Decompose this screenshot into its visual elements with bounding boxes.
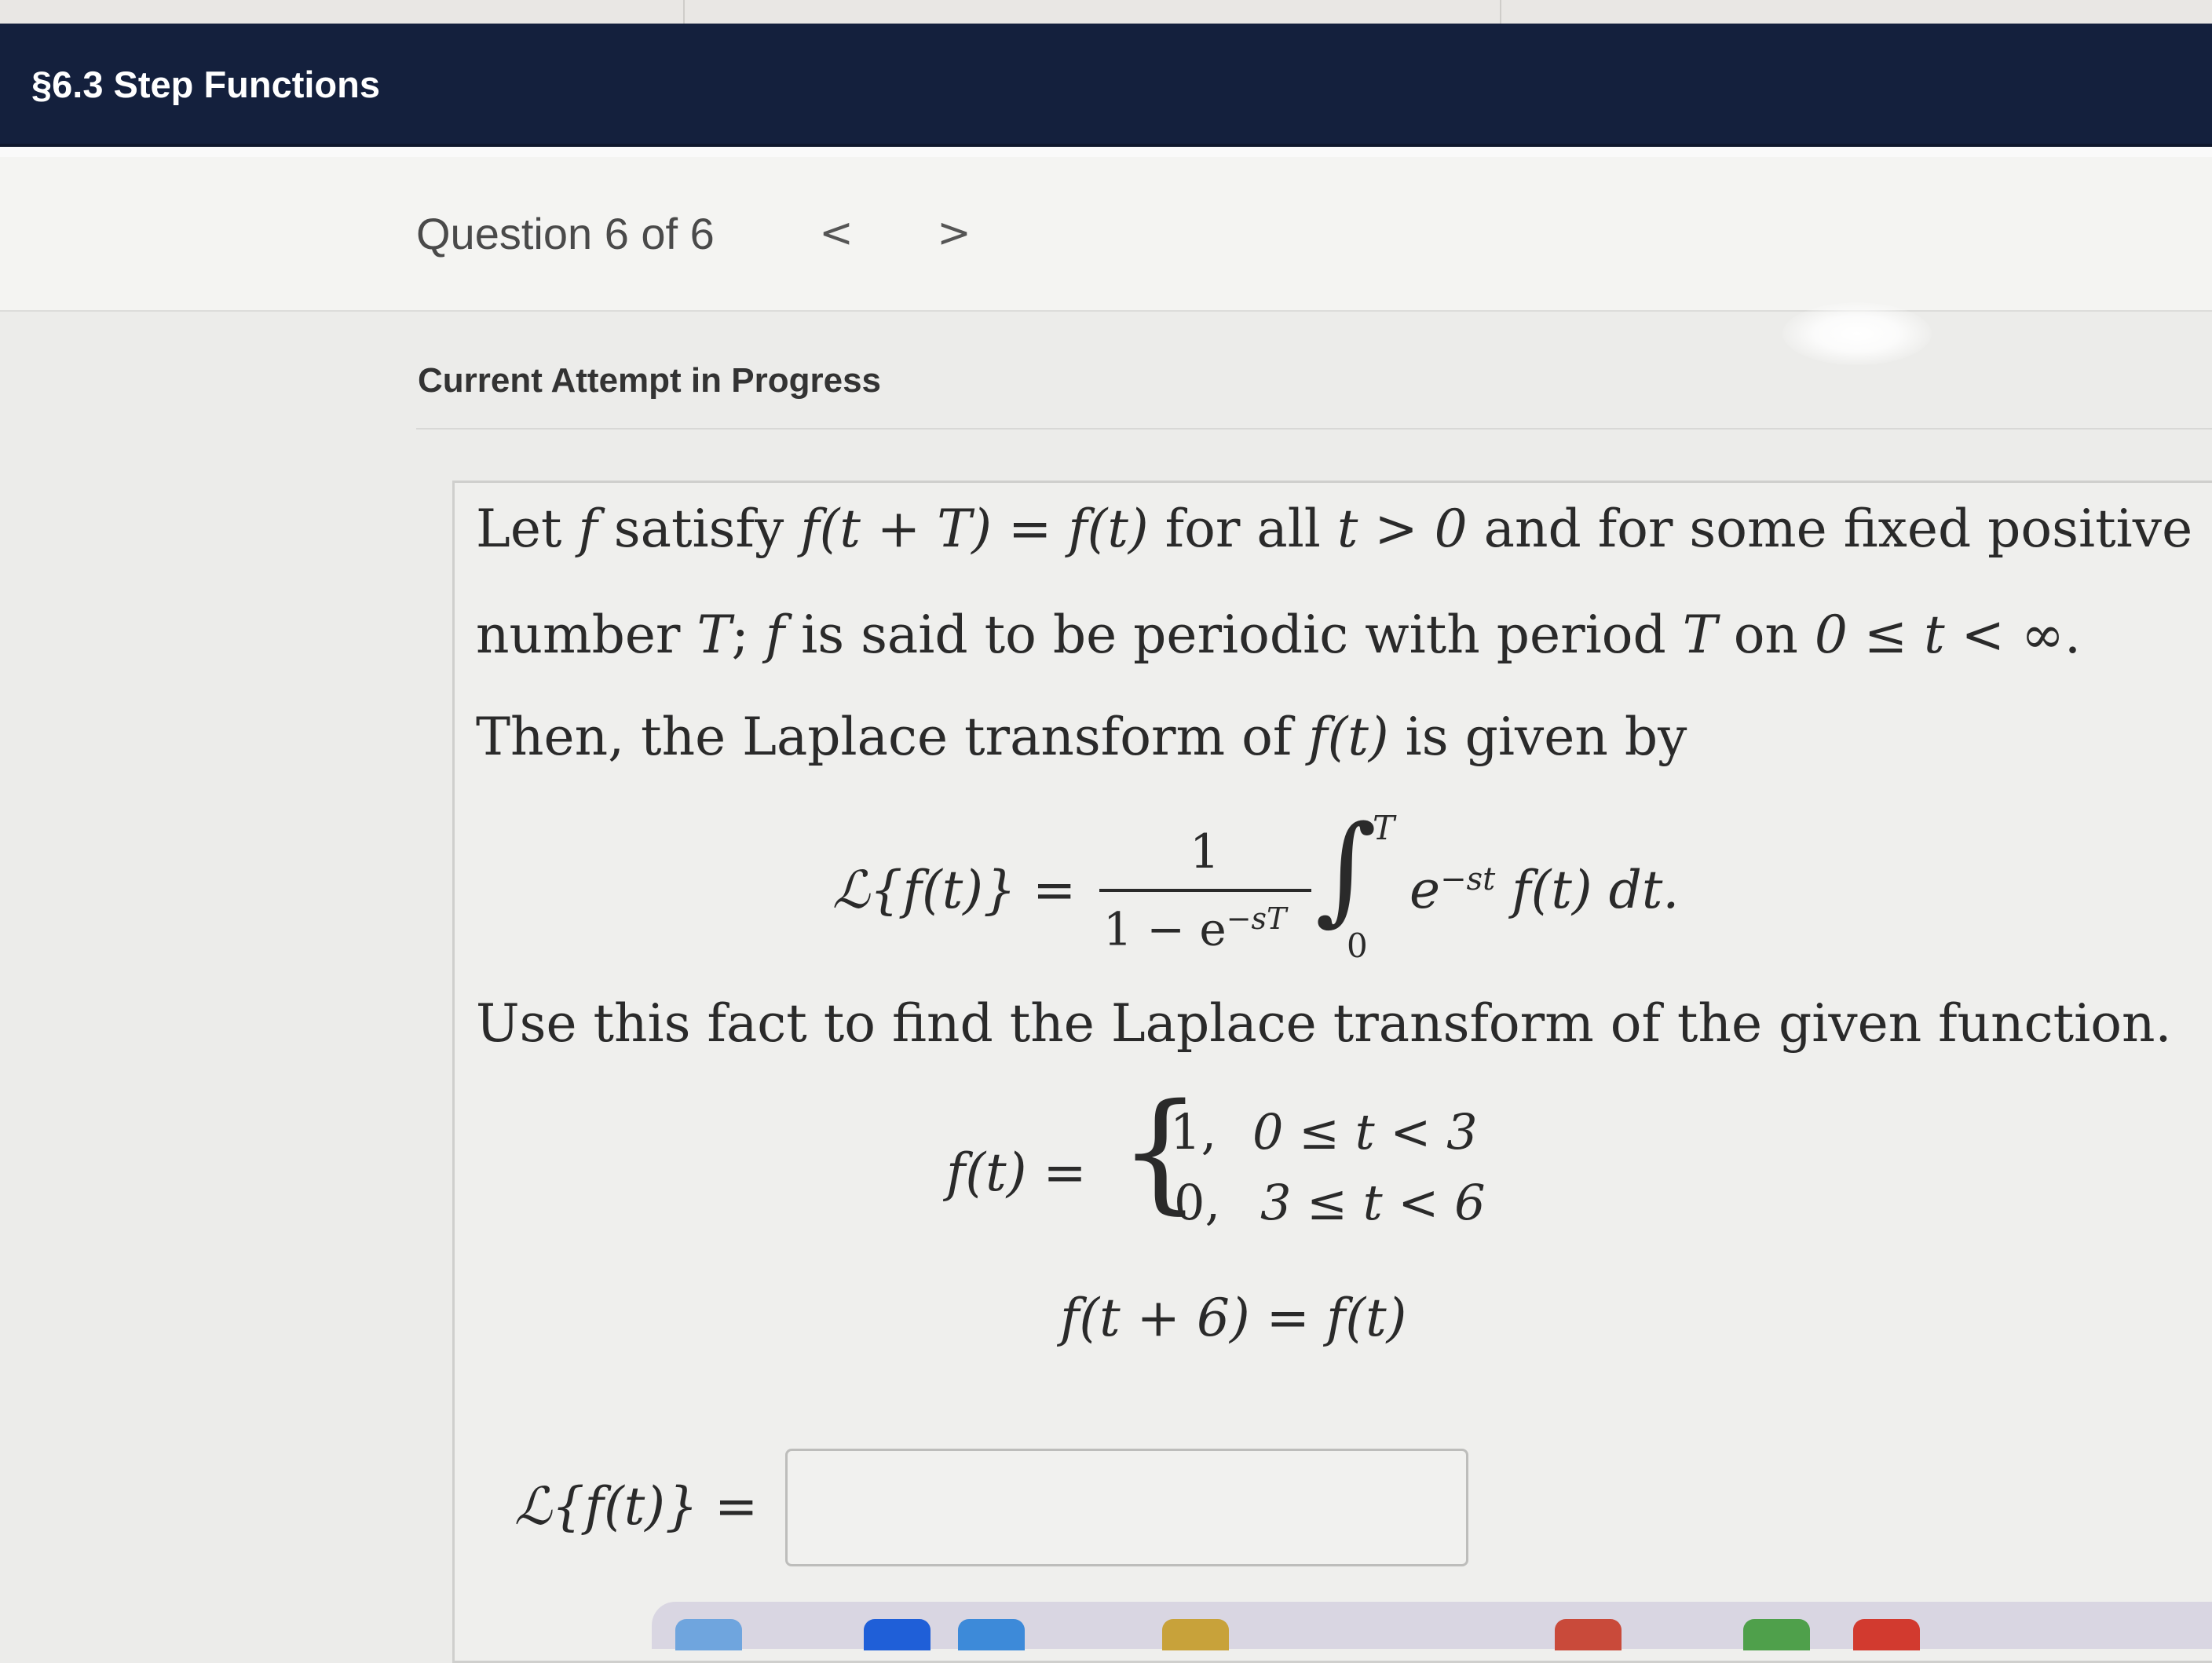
exponent: −st xyxy=(1440,861,1496,897)
text: is said to be periodic with period xyxy=(784,605,1683,665)
previous-question-button[interactable]: < xyxy=(817,206,856,261)
math-expression: f(t + T) = f(t) xyxy=(800,499,1149,559)
question-nav-bar xyxy=(0,157,2212,312)
text: for all xyxy=(1148,499,1337,559)
math-expression: f(t) xyxy=(1308,707,1389,767)
attempt-divider xyxy=(416,428,2212,429)
text: f(t) dt. xyxy=(1512,860,1680,920)
problem-line-2: number T; f is said to be periodic with … xyxy=(476,605,2081,665)
text: 1 − e xyxy=(1103,902,1227,956)
text: Then, the Laplace transform of xyxy=(476,707,1309,767)
case1-value: 1, xyxy=(1170,1103,1217,1160)
text: Let xyxy=(476,499,579,559)
text: e xyxy=(1409,860,1441,920)
integral-sign: ∫ xyxy=(1315,801,1377,937)
fraction-denominator: 1 − e−sT xyxy=(1103,901,1286,956)
section-title: §6.3 Step Functions xyxy=(31,64,380,105)
math-var: T xyxy=(1682,605,1717,665)
case2-condition: 3 ≤ t < 6 xyxy=(1260,1174,1486,1231)
fraction-bar xyxy=(1099,889,1311,892)
math-var: f xyxy=(765,605,785,665)
integral-upper-limit: T xyxy=(1373,809,1395,847)
dock-app-icon[interactable] xyxy=(1162,1619,1229,1650)
integral-lower-limit: 0 xyxy=(1347,927,1368,965)
text: ; xyxy=(731,605,766,665)
problem-line-4: Use this fact to find the Laplace transf… xyxy=(476,993,2172,1054)
dock-app-icon[interactable] xyxy=(958,1619,1025,1650)
text: satisfy xyxy=(597,499,801,559)
problem-line-3: Then, the Laplace transform of f(t) is g… xyxy=(476,707,1687,767)
question-counter: Question 6 of 6 xyxy=(416,209,715,258)
piecewise-lhs: f(t) = xyxy=(946,1142,1087,1203)
answer-label: ℒ{f(t)} = xyxy=(514,1476,759,1537)
text: is given by xyxy=(1388,707,1687,767)
text: . xyxy=(2064,605,2081,665)
dock-app-icon[interactable] xyxy=(675,1619,742,1650)
text: and for some fixed positive xyxy=(1467,499,2193,559)
fraction-numerator: 1 xyxy=(1190,824,1220,879)
math-expression: t > 0 xyxy=(1336,499,1468,559)
dock-app-icon[interactable] xyxy=(864,1619,931,1650)
case1-condition: 0 ≤ t < 3 xyxy=(1252,1103,1478,1160)
screen-glare xyxy=(1782,302,1932,365)
formula-lhs: ℒ{f(t)} = xyxy=(832,860,1077,920)
math-expression: 0 ≤ t < ∞ xyxy=(1814,605,2064,665)
integrand: e−st f(t) dt. xyxy=(1409,860,1679,920)
text: number xyxy=(476,605,697,665)
math-var: f xyxy=(578,499,598,559)
tab-divider xyxy=(1500,0,1501,24)
dock-app-icon[interactable] xyxy=(1555,1619,1622,1650)
next-question-button[interactable]: > xyxy=(934,206,974,261)
case2-value: 0, xyxy=(1174,1174,1221,1231)
math-var: T xyxy=(697,605,732,665)
problem-line-1: Let f satisfy f(t + T) = f(t) for all t … xyxy=(476,499,2192,559)
attempt-status-label: Current Attempt in Progress xyxy=(418,361,882,400)
dock-app-icon[interactable] xyxy=(1743,1619,1810,1650)
tab-divider xyxy=(683,0,685,24)
chevron-left-icon: < xyxy=(819,210,854,257)
exponent: −sT xyxy=(1226,901,1287,936)
chevron-right-icon: > xyxy=(937,210,971,257)
answer-input[interactable] xyxy=(785,1449,1468,1566)
dock-app-icon[interactable] xyxy=(1853,1619,1920,1650)
browser-tab-strip xyxy=(0,0,2212,24)
text: on xyxy=(1717,605,1815,665)
periodicity-condition: f(t + 6) = f(t) xyxy=(1060,1288,1407,1348)
